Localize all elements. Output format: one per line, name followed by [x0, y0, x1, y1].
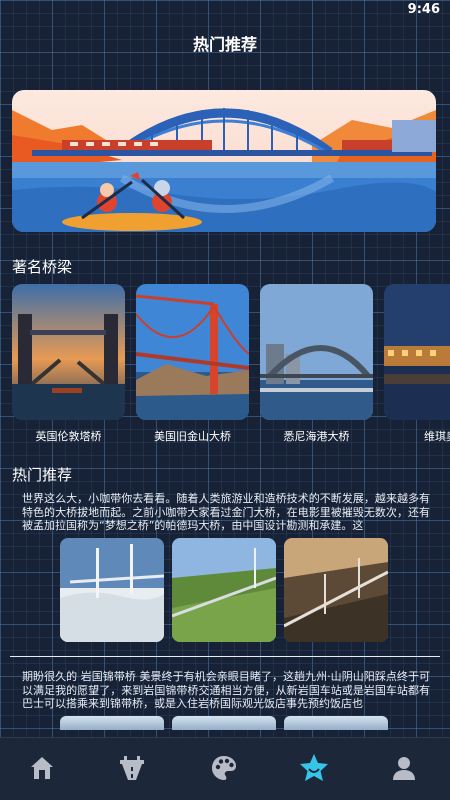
palette-icon — [212, 756, 236, 780]
sydney-harbour-photo — [260, 284, 373, 420]
banner-illustration[interactable] — [12, 90, 436, 232]
article-1-photos — [60, 538, 390, 644]
golden-gate-photo — [136, 284, 249, 420]
article-2-photo[interactable] — [60, 716, 164, 730]
road-icon — [120, 756, 144, 780]
bottom-tab-bar — [0, 737, 450, 800]
home-icon — [31, 757, 53, 779]
tab-bridges[interactable] — [112, 750, 152, 786]
tab-profile[interactable] — [384, 750, 424, 786]
bridge-card-golden-gate[interactable]: 美国旧金山大桥 — [136, 284, 249, 444]
title-bar: 热门推荐 — [0, 22, 450, 70]
status-bar: 9:46 — [0, 0, 450, 22]
article-2-photo[interactable] — [284, 716, 388, 730]
bridge-label: 悉尼海港大桥 — [283, 430, 350, 443]
famous-bridges-carousel[interactable]: 英国伦敦塔桥 美国旧金山大桥 悉尼海港大桥 维琪 — [12, 284, 450, 444]
bridge-card-tower-bridge[interactable]: 英国伦敦塔桥 — [12, 284, 125, 444]
section-divider — [10, 656, 440, 657]
bridge-label: 维琪奥 — [424, 430, 450, 443]
recommend-title: 热门推荐 — [12, 466, 73, 484]
famous-bridges-title: 著名桥梁 — [12, 258, 73, 276]
bridge-label: 美国旧金山大桥 — [154, 430, 231, 443]
bridge-card-ponte-vecchio[interactable]: 维琪奥 — [384, 284, 450, 444]
star-icon — [300, 754, 328, 781]
status-time: 9:46 — [407, 2, 440, 17]
article-1-text[interactable]: 世界这么大，小咖带你去看看。随着人类旅游业和造桥技术的不断发展，越来越多有特色的… — [22, 492, 430, 534]
millau-viaduct-sunset-photo[interactable] — [284, 538, 388, 642]
tab-culture[interactable] — [204, 750, 244, 786]
bridge-label: 英国伦敦塔桥 — [35, 430, 102, 443]
bridge-kayak-illustration — [12, 90, 436, 232]
bridge-card-sydney-harbour[interactable]: 悉尼海港大桥 — [260, 284, 373, 444]
tab-recommend[interactable] — [294, 750, 334, 786]
article-2-photos — [60, 716, 390, 730]
article-2-text[interactable]: 期盼很久的 岩国锦带桥 美景终于有机会亲眼目睹了，这趟九州·山阴山阳踩点终于可以… — [22, 670, 430, 712]
profile-icon — [393, 757, 415, 780]
millau-viaduct-fog-photo[interactable] — [60, 538, 164, 642]
ponte-vecchio-photo — [384, 284, 450, 420]
page-title: 热门推荐 — [192, 35, 257, 54]
article-2-photo[interactable] — [172, 716, 276, 730]
tab-home[interactable] — [22, 750, 62, 786]
millau-viaduct-valley-photo[interactable] — [172, 538, 276, 642]
tower-bridge-photo — [12, 284, 125, 420]
